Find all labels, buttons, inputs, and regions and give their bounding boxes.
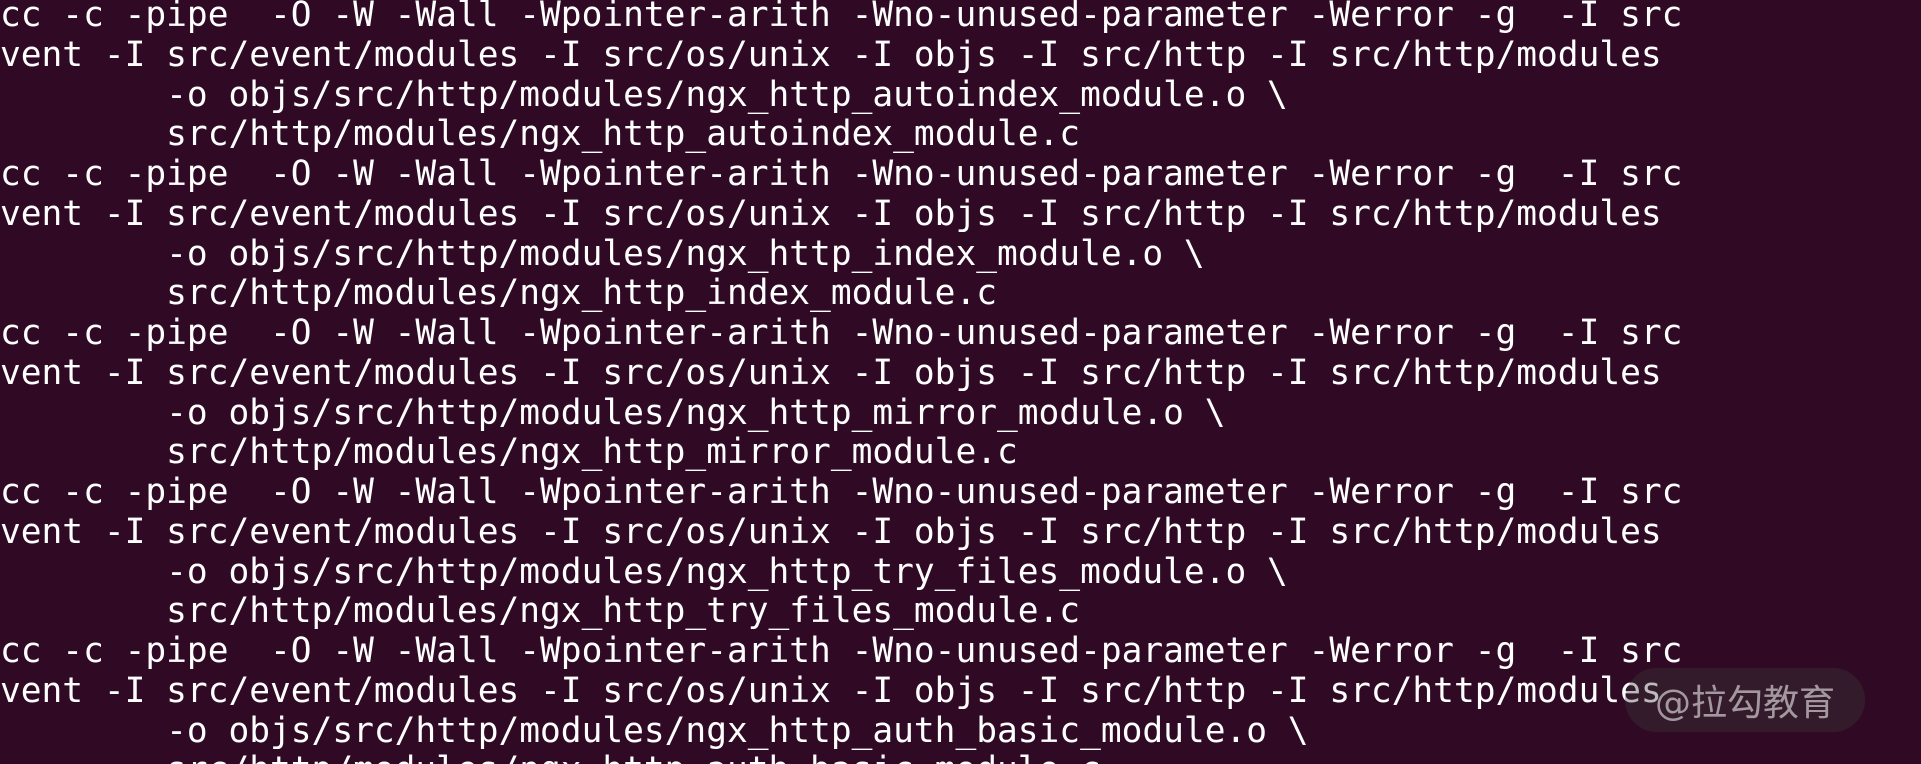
terminal-line: vent -I src/event/modules -I src/os/unix… xyxy=(0,194,1662,234)
terminal-line: vent -I src/event/modules -I src/os/unix… xyxy=(0,35,1662,75)
terminal-line: vent -I src/event/modules -I src/os/unix… xyxy=(0,512,1662,552)
terminal-line: src/http/modules/ngx_http_auth_basic_mod… xyxy=(0,750,1101,764)
terminal-line: src/http/modules/ngx_http_autoindex_modu… xyxy=(0,114,1081,154)
terminal-line: -o objs/src/http/modules/ngx_http_mirror… xyxy=(0,393,1226,433)
terminal-line: src/http/modules/ngx_http_index_module.c xyxy=(0,273,997,313)
terminal-line: src/http/modules/ngx_http_try_files_modu… xyxy=(0,591,1081,631)
terminal-line: cc -c -pipe -O -W -Wall -Wpointer-arith … xyxy=(0,154,1683,194)
terminal-output[interactable]: cc -c -pipe -O -W -Wall -Wpointer-arith … xyxy=(0,0,1921,764)
terminal-line: -o objs/src/http/modules/ngx_http_auth_b… xyxy=(0,711,1309,751)
terminal-line: -o objs/src/http/modules/ngx_http_try_fi… xyxy=(0,552,1288,592)
terminal-line: cc -c -pipe -O -W -Wall -Wpointer-arith … xyxy=(0,472,1683,512)
terminal-line: vent -I src/event/modules -I src/os/unix… xyxy=(0,671,1662,711)
terminal-line: cc -c -pipe -O -W -Wall -Wpointer-arith … xyxy=(0,631,1683,671)
terminal-line: cc -c -pipe -O -W -Wall -Wpointer-arith … xyxy=(0,0,1683,35)
watermark-badge: @拉勾教育 xyxy=(1625,668,1866,732)
terminal-line: vent -I src/event/modules -I src/os/unix… xyxy=(0,353,1662,393)
terminal-line: cc -c -pipe -O -W -Wall -Wpointer-arith … xyxy=(0,313,1683,353)
terminal-line: src/http/modules/ngx_http_mirror_module.… xyxy=(0,432,1018,472)
terminal-line: -o objs/src/http/modules/ngx_http_index_… xyxy=(0,234,1205,274)
terminal-line: -o objs/src/http/modules/ngx_http_autoin… xyxy=(0,75,1288,115)
